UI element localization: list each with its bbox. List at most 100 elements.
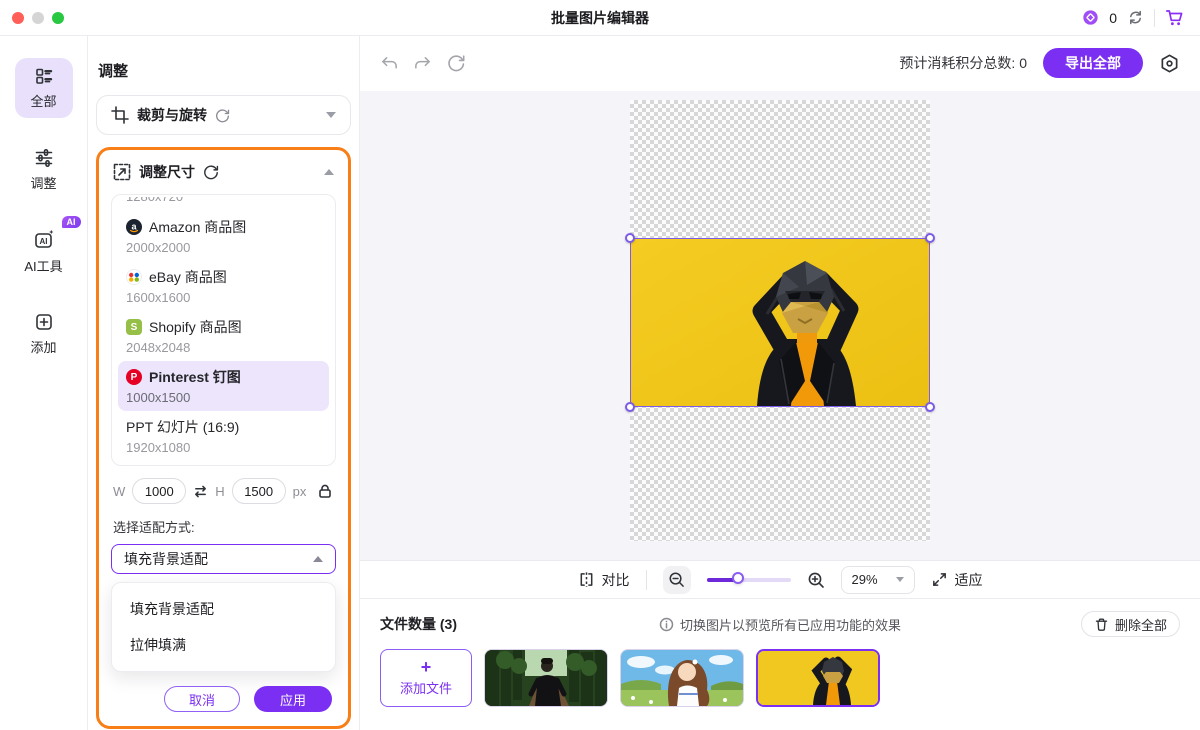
fit-mode-label: 选择适配方式: <box>111 517 336 536</box>
rail-item-adjust[interactable]: 调整 <box>15 140 73 200</box>
grid-all-icon <box>34 66 54 86</box>
fit-option-stretch[interactable]: 拉伸填满 <box>112 627 335 663</box>
refresh-credits-icon[interactable] <box>1127 9 1144 26</box>
rail-item-label: 添加 <box>30 337 56 356</box>
preset-item-pinterest-selected[interactable]: P Pinterest 钉图 1000x1500 <box>118 361 329 411</box>
ai-tools-icon: AI <box>33 229 55 251</box>
fit-mode-value: 填充背景适配 <box>124 549 208 569</box>
preset-size: 1600x1600 <box>126 290 321 305</box>
thumbnail-forest-photo[interactable] <box>484 649 608 707</box>
zoom-in-button[interactable] <box>807 571 825 589</box>
delete-all-button[interactable]: 删除全部 <box>1081 611 1180 637</box>
files-count-label: 文件数量 (3) <box>380 614 457 634</box>
width-height-row: W H px <box>111 478 336 504</box>
zoom-out-button[interactable] <box>663 566 691 594</box>
width-input[interactable] <box>132 478 186 504</box>
fit-mode-select[interactable]: 填充背景适配 <box>111 544 336 574</box>
files-hint: 切换图片以预览所有已应用功能的效果 <box>659 615 901 634</box>
preset-item-shopify[interactable]: S Shopify 商品图 2048x2048 <box>118 311 329 361</box>
app-title: 批量图片编辑器 <box>0 8 1200 28</box>
amazon-logo-icon: a <box>126 219 142 235</box>
preset-size: 2000x2000 <box>126 240 321 255</box>
resize-handle-top-right[interactable] <box>925 233 935 243</box>
preset-size: 1280x720 <box>126 197 321 204</box>
preset-name: PPT 幻灯片 (16:9) <box>126 417 239 437</box>
fit-view-button[interactable]: 适应 <box>931 570 983 590</box>
thumbnail-masked-person-selected[interactable] <box>756 649 880 707</box>
preset-name: Pinterest 钉图 <box>149 367 241 387</box>
resize-label: 调整尺寸 <box>139 162 195 182</box>
preset-size: 1000x1500 <box>126 390 321 405</box>
sliders-icon <box>34 148 54 168</box>
fit-view-label: 适应 <box>955 570 983 590</box>
zoom-slider-handle[interactable] <box>732 572 744 584</box>
zoom-percent-value: 29% <box>852 572 878 587</box>
rail-item-label: AI工具 <box>24 256 62 275</box>
preset-item-ebay[interactable]: eBay 商品图 1600x1600 <box>118 261 329 311</box>
canvas-image[interactable] <box>631 239 929 406</box>
undo-icon[interactable] <box>380 54 399 73</box>
cancel-button[interactable]: 取消 <box>164 686 240 712</box>
size-preset-list[interactable]: 1280x720 a Amazon 商品图 2000x2000 <box>111 194 336 466</box>
info-icon <box>659 617 674 632</box>
swap-dimensions-icon[interactable] <box>193 484 208 499</box>
forest-photo-art <box>485 650 607 706</box>
preset-item-clipped[interactable]: 1280x720 <box>118 197 329 211</box>
rail-item-add[interactable]: 添加 <box>15 304 73 364</box>
chevron-up-icon[interactable] <box>324 169 334 175</box>
rail-item-ai-tools[interactable]: AI AI AI工具 <box>15 222 73 282</box>
delete-all-label: 删除全部 <box>1115 615 1167 634</box>
divider <box>646 570 647 590</box>
width-label: W <box>113 484 125 499</box>
zoom-percent-select[interactable]: 29% <box>841 566 915 594</box>
files-hint-text: 切换图片以预览所有已应用功能的效果 <box>680 615 901 634</box>
preset-item-ppt[interactable]: PPT 幻灯片 (16:9) 1920x1080 <box>118 411 329 461</box>
reset-crop-icon[interactable] <box>215 108 230 123</box>
adjust-panel: 调整 裁剪与旋转 调整尺寸 <box>88 36 360 730</box>
fit-option-fill-background[interactable]: 填充背景适配 <box>112 591 335 627</box>
apply-button[interactable]: 应用 <box>254 686 332 712</box>
svg-text:AI: AI <box>39 237 47 246</box>
zoom-out-icon <box>668 571 685 588</box>
files-panel: 文件数量 (3) 切换图片以预览所有已应用功能的效果 删除全部 <box>360 598 1200 730</box>
compare-button[interactable]: 对比 <box>578 570 630 590</box>
zoom-slider[interactable] <box>707 578 791 582</box>
cart-icon[interactable] <box>1165 8 1184 27</box>
resize-handle-bottom-right[interactable] <box>925 402 935 412</box>
resize-handle-top-left[interactable] <box>625 233 635 243</box>
export-all-button[interactable]: 导出全部 <box>1043 48 1143 78</box>
fit-mode-dropdown: 填充背景适配 拉伸填满 <box>111 582 336 672</box>
reset-all-icon[interactable] <box>446 53 466 73</box>
crop-icon <box>111 106 129 124</box>
preset-name: Amazon 商品图 <box>149 217 246 237</box>
lock-aspect-icon[interactable] <box>317 483 333 499</box>
resize-section-highlighted: 调整尺寸 1280x720 a Amazo <box>96 147 351 729</box>
crop-rotate-section[interactable]: 裁剪与旋转 <box>96 95 351 135</box>
compare-label: 对比 <box>602 570 630 590</box>
titlebar: 批量图片编辑器 0 <box>0 0 1200 36</box>
resize-section-header[interactable]: 调整尺寸 <box>111 150 336 194</box>
anime-photo-art <box>621 650 743 706</box>
add-files-label: 添加文件 <box>400 678 452 697</box>
reset-resize-icon[interactable] <box>203 164 219 180</box>
chevron-down-icon[interactable] <box>326 112 336 118</box>
redo-icon[interactable] <box>413 54 432 73</box>
height-input[interactable] <box>232 478 286 504</box>
resize-handle-bottom-left[interactable] <box>625 402 635 412</box>
export-settings-icon[interactable] <box>1159 53 1180 74</box>
add-files-button[interactable]: + 添加文件 <box>380 649 472 707</box>
preset-name: Shopify 商品图 <box>149 317 242 337</box>
rail-item-label: 调整 <box>30 173 56 192</box>
trash-icon <box>1094 617 1109 632</box>
canvas-area <box>360 91 1200 560</box>
fit-screen-icon <box>931 571 948 588</box>
masked-person-thumb-art <box>758 651 878 705</box>
preset-name: eBay 商品图 <box>149 267 227 287</box>
thumbnail-anime-photo[interactable] <box>620 649 744 707</box>
divider <box>1154 9 1155 27</box>
pinterest-logo-icon: P <box>126 369 142 385</box>
credits-count: 0 <box>1109 10 1117 26</box>
crop-rotate-label: 裁剪与旋转 <box>137 105 207 125</box>
preset-item-amazon[interactable]: a Amazon 商品图 2000x2000 <box>118 211 329 261</box>
rail-item-all[interactable]: 全部 <box>15 58 73 118</box>
